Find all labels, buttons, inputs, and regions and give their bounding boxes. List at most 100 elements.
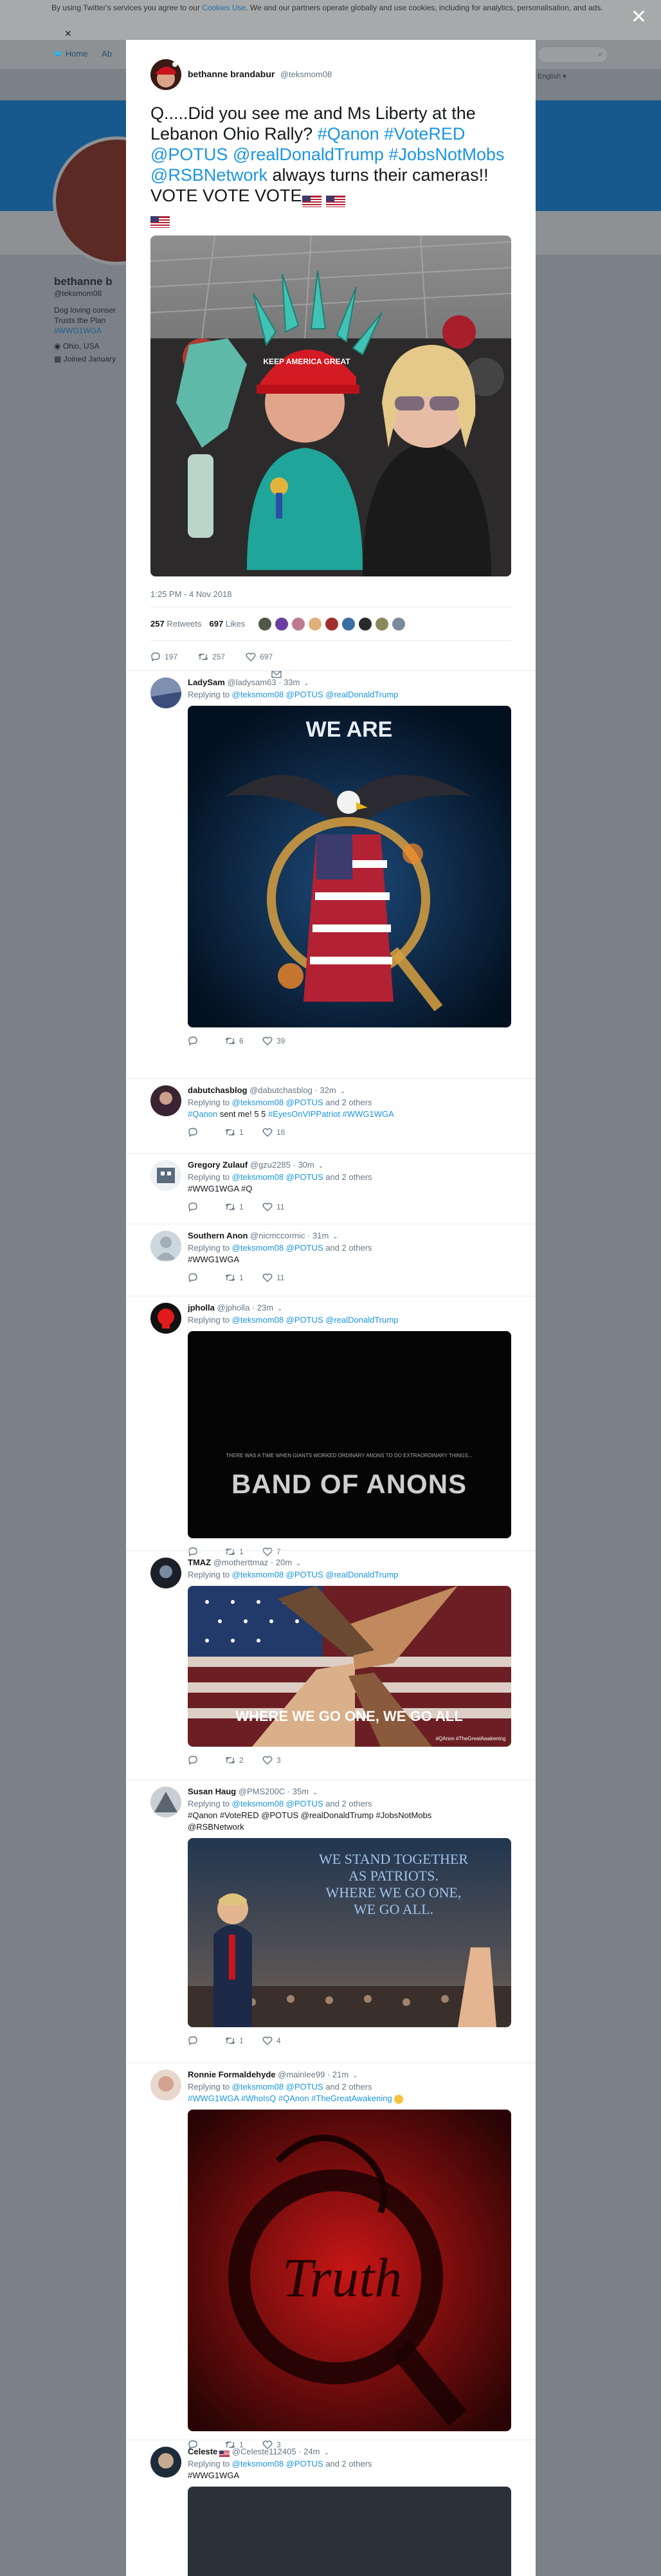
retweet-button[interactable]: 2: [225, 1756, 262, 1765]
retweet-button[interactable]: 1: [225, 1128, 262, 1137]
hashtag-link[interactable]: #VoteRED: [384, 124, 465, 143]
reply-avatar[interactable]: [150, 1303, 181, 1334]
reply-avatar[interactable]: [150, 677, 181, 708]
reply-author-handle[interactable]: @Celeste112405: [232, 2447, 296, 2456]
like-button[interactable]: 3: [262, 1756, 300, 1765]
reply-avatar[interactable]: [150, 2070, 181, 2101]
reply-author-handle[interactable]: @jpholla: [217, 1303, 250, 1312]
liker-avatar[interactable]: [291, 616, 306, 631]
like-button[interactable]: 16: [262, 1128, 300, 1137]
mention-link[interactable]: @realDonaldTrump: [233, 145, 384, 164]
reply-text[interactable]: #WWG1WGA: [188, 2470, 511, 2481]
reply-author-name[interactable]: jpholla: [188, 1303, 215, 1312]
mention-link[interactable]: @teksmom08 @POTUS @realDonaldTrump: [232, 690, 399, 699]
reply-author-name[interactable]: Gregory Zulauf: [188, 1160, 248, 1170]
reply-text[interactable]: #WWG1WGA #Q: [188, 1183, 511, 1195]
liker-avatar[interactable]: [308, 616, 323, 631]
reply-author-handle[interactable]: @motherttmaz: [213, 1558, 268, 1567]
tweet-timestamp[interactable]: 1:25 PM - 4 Nov 2018: [150, 589, 511, 607]
reply-avatar[interactable]: [150, 2447, 181, 2478]
retweet-button[interactable]: 1: [225, 1273, 262, 1282]
retweet-button[interactable]: 1: [225, 1202, 262, 1211]
chevron-down-icon[interactable]: ⌄: [303, 680, 309, 687]
liker-avatar[interactable]: [375, 616, 390, 631]
cookie-close-icon[interactable]: ✕: [64, 28, 72, 39]
reply-media[interactable]: [188, 2487, 511, 2576]
author-name[interactable]: bethanne brandabur: [188, 69, 275, 79]
liker-avatar[interactable]: [258, 616, 273, 631]
author-avatar[interactable]: [150, 59, 181, 90]
search-input[interactable]: ⌕: [538, 46, 608, 63]
reply-time[interactable]: 35m: [293, 1787, 309, 1796]
reply-author-handle[interactable]: @gzu2285: [250, 1160, 291, 1170]
hashtag-link[interactable]: #Qanon: [318, 124, 379, 143]
reply-media[interactable]: THERE WAS A TIME WHEN GIANTS WORKED ORDI…: [188, 1331, 511, 1538]
reply-button[interactable]: [188, 1273, 225, 1282]
tweet-photo[interactable]: KEEP AMERICA GREAT: [150, 235, 511, 576]
reply-button[interactable]: [188, 2036, 225, 2045]
reply-author-handle[interactable]: @dabutchasblog: [249, 1085, 312, 1095]
reply-author-handle[interactable]: @PMS200C: [239, 1787, 285, 1796]
reply-text[interactable]: #Qanon #VoteRED @POTUS @realDonaldTrump …: [188, 1810, 464, 1833]
nav-home[interactable]: 🐦 Home Ab: [53, 49, 112, 59]
reply-media[interactable]: WHERE WE GO ONE, WE GO ALL #QAnon #TheGr…: [188, 1586, 511, 1747]
reply-author-handle[interactable]: @nicmccormic: [250, 1231, 305, 1240]
reply-author-name[interactable]: Southern Anon: [188, 1231, 248, 1240]
reply-button[interactable]: [188, 1036, 225, 1045]
reply-avatar[interactable]: [150, 1231, 181, 1262]
reply-media[interactable]: Truth: [188, 2110, 511, 2431]
reply-button[interactable]: [188, 1756, 225, 1765]
reply-author-name[interactable]: LadySam: [188, 677, 225, 687]
reply-time[interactable]: 24m: [303, 2447, 320, 2456]
chevron-down-icon[interactable]: ⌄: [277, 1305, 282, 1312]
bio-tag[interactable]: #WWG1WGA: [54, 326, 125, 336]
reply-author-handle[interactable]: @mainlee99: [278, 2070, 325, 2079]
reply-button[interactable]: [188, 1202, 225, 1211]
liker-avatar[interactable]: [392, 616, 406, 631]
mention-link[interactable]: @RSBNetwork: [150, 165, 267, 185]
chevron-down-icon[interactable]: ⌄: [340, 1088, 345, 1095]
reply-time[interactable]: 21m: [332, 2070, 349, 2079]
reply-button[interactable]: [188, 1128, 225, 1137]
mention-link[interactable]: @teksmom08 @POTUS: [232, 2082, 323, 2092]
retweets-stat[interactable]: 257 Retweets: [150, 619, 202, 629]
reply-avatar[interactable]: [150, 1160, 181, 1191]
liker-avatar[interactable]: [325, 616, 340, 631]
chevron-down-icon[interactable]: ⌄: [318, 1163, 323, 1170]
reply-button[interactable]: 197: [150, 652, 177, 661]
reply-time[interactable]: 30m: [298, 1160, 314, 1170]
cookies-use-link[interactable]: Cookies Use: [202, 3, 246, 12]
chevron-down-icon[interactable]: ⌄: [312, 1789, 318, 1796]
reply-text[interactable]: #WWG1WGA: [188, 1254, 511, 1265]
mention-link[interactable]: @teksmom08 @POTUS: [232, 1098, 323, 1107]
mention-link[interactable]: @teksmom08 @POTUS: [232, 2459, 323, 2469]
reply-avatar[interactable]: [150, 1558, 181, 1588]
author-handle[interactable]: @teksmom08: [280, 69, 332, 79]
close-modal-icon[interactable]: ✕: [631, 8, 647, 27]
reply-author-name[interactable]: Ronnie Formaldehyde: [188, 2070, 276, 2079]
reply-avatar[interactable]: [150, 1085, 181, 1116]
like-button[interactable]: 11: [262, 1202, 300, 1211]
retweet-button[interactable]: 257: [198, 652, 225, 661]
like-button[interactable]: 39: [262, 1036, 300, 1045]
mention-link[interactable]: @POTUS: [150, 145, 228, 164]
reply-time[interactable]: 20m: [276, 1558, 292, 1567]
mention-link[interactable]: @teksmom08 @POTUS @realDonaldTrump: [232, 1315, 399, 1325]
chevron-down-icon[interactable]: ⌄: [332, 1233, 338, 1240]
reply-media[interactable]: WE STAND TOGETHER AS PATRIOTS. WHERE WE GO…: [188, 1838, 511, 2027]
hashtag-link[interactable]: #JobsNotMobs: [388, 145, 504, 164]
liker-avatar[interactable]: [341, 616, 356, 631]
reply-author-name[interactable]: dabutchasblog: [188, 1085, 247, 1095]
reply-author-name[interactable]: TMAZ: [188, 1558, 211, 1567]
reply-time[interactable]: 32m: [320, 1085, 336, 1095]
reply-author-name[interactable]: Celeste: [188, 2447, 217, 2456]
mention-link[interactable]: @teksmom08 @POTUS: [232, 1799, 323, 1808]
reply-media[interactable]: WE ARE: [188, 706, 511, 1027]
reply-time[interactable]: 23m: [257, 1303, 273, 1312]
like-button[interactable]: 4: [262, 2036, 300, 2045]
reply-author-handle[interactable]: @ladysam63: [227, 677, 276, 687]
chevron-down-icon[interactable]: ⌄: [352, 2072, 358, 2079]
like-button[interactable]: 697: [246, 652, 273, 661]
likes-stat[interactable]: 697 Likes: [210, 619, 246, 629]
like-button[interactable]: 11: [262, 1273, 300, 1282]
